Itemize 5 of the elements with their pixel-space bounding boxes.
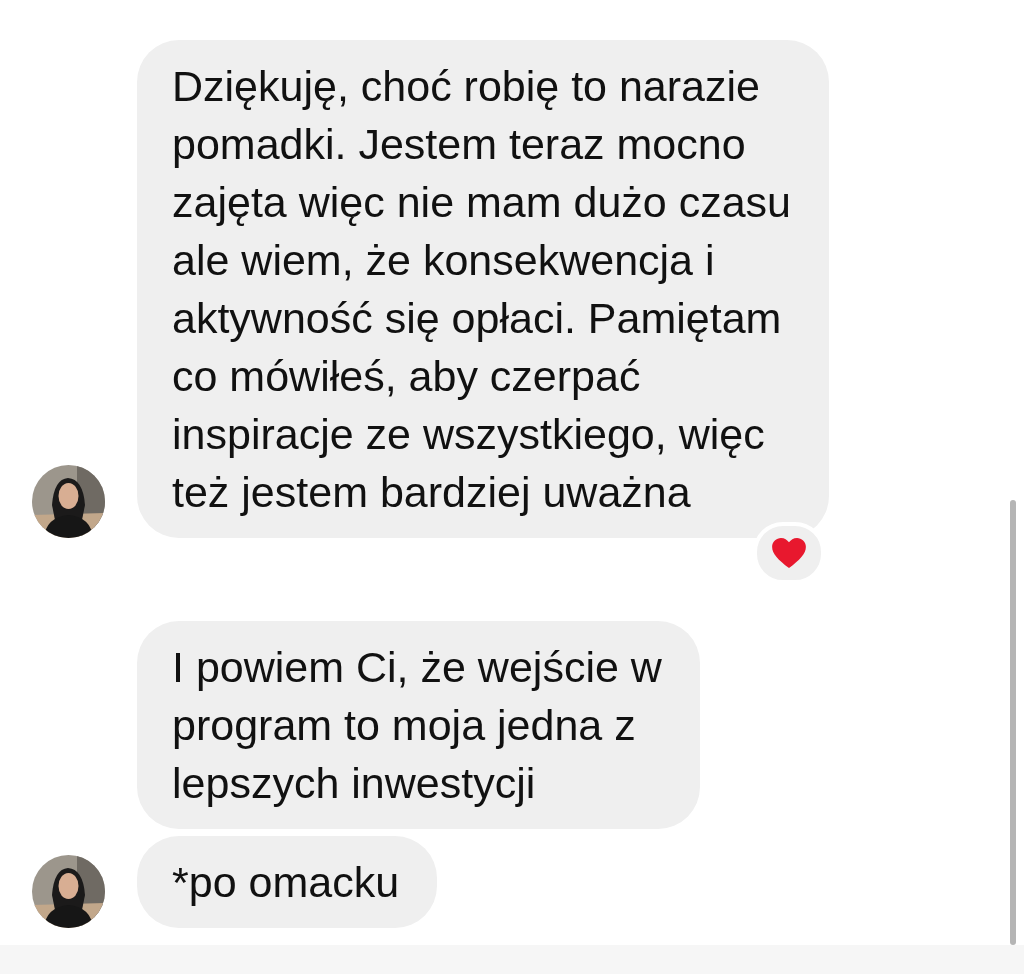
heart-icon	[771, 537, 807, 569]
scrollbar[interactable]	[1010, 500, 1016, 945]
message-bubble: *po omacku	[137, 836, 438, 928]
message-bubble: I powiem Ci, że wejście w program to moja jedna z lepszych inwestycji	[137, 621, 700, 829]
message-bubble: Dziękuję, choć robię to narazie pomadki. Jestem teraz mocno zajęta więc nie mam dużo czasu ale wiem, że konsekwencja i aktywność się opłaci. Pamiętam co mówiłeś, aby czerpać inspiracje ze wszystkiego, więc też jestem bardziej uważna	[137, 40, 829, 538]
